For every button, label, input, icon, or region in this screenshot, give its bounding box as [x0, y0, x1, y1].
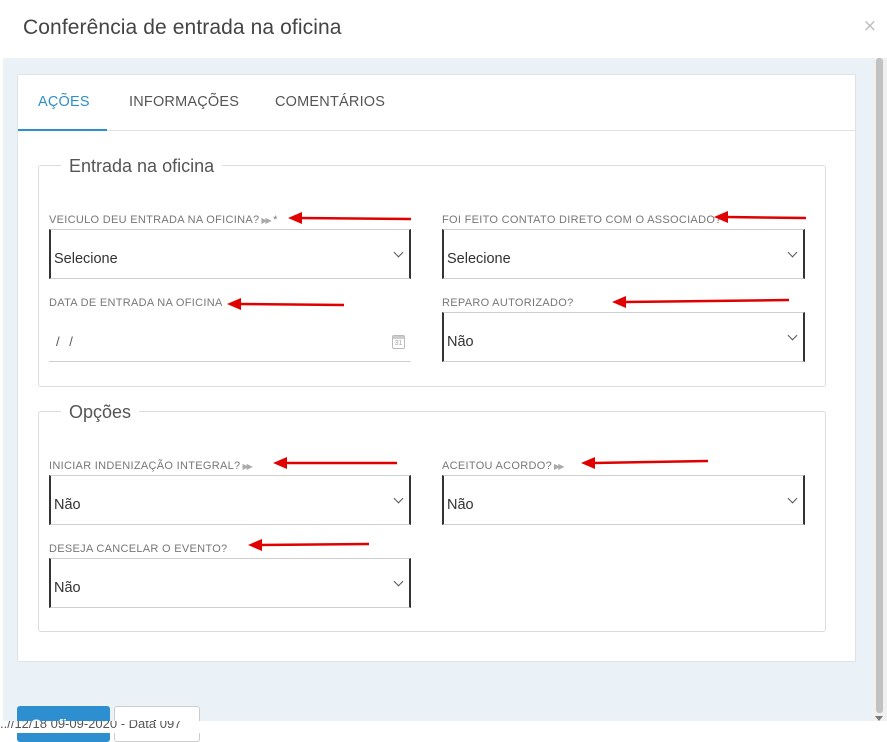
contato-associado-label: FOI FEITO CONTATO DIRETO COM O ASSOCIADO…	[442, 214, 722, 226]
tab-informacoes[interactable]: INFORMAÇÕES	[129, 94, 239, 110]
background-page-text: ..//12/18 09-09-2020 - Data 097	[0, 721, 182, 731]
red-arrow-annotation	[248, 539, 370, 551]
chevron-down-icon	[787, 330, 798, 341]
chevron-down-icon	[393, 247, 404, 258]
data-entrada-label: DATA DE ENTRADA NA OFICINA	[49, 297, 223, 309]
red-arrow-annotation	[227, 298, 345, 310]
section-entrada-legend: Entrada na oficina	[61, 156, 223, 177]
contato-associado-value: Selecione	[447, 251, 511, 267]
modal-title: Conferência de entrada na oficina	[23, 16, 342, 39]
double-triangle-icon: ▶▶	[554, 461, 564, 471]
indenizacao-integral-value: Não	[54, 497, 81, 513]
background-page-strip: ..//12/18 09-09-2020 - Data 097	[0, 721, 887, 733]
indenizacao-integral-label: INICIAR INDENIZAÇÃO INTEGRAL? ▶▶	[49, 460, 253, 472]
close-icon[interactable]: ×	[863, 16, 877, 36]
modal-header: Conferência de entrada na oficina ×	[0, 0, 887, 58]
aceitou-acordo-value: Não	[447, 497, 474, 513]
data-entrada-value: / /	[56, 334, 76, 349]
double-triangle-icon: ▶▶	[261, 215, 271, 225]
red-arrow-annotation	[273, 457, 397, 469]
tab-bar: AÇÕES INFORMAÇÕES COMENTÁRIOS	[18, 75, 855, 131]
section-opcoes-legend: Opções	[61, 402, 140, 423]
red-arrow-annotation	[288, 212, 412, 224]
required-mark: *	[273, 214, 278, 226]
red-arrow-annotation	[581, 457, 709, 469]
reparo-autorizado-value: Não	[447, 334, 474, 350]
double-triangle-icon: ▶▶	[242, 461, 252, 471]
reparo-autorizado-select[interactable]: Não	[442, 312, 805, 362]
cancelar-evento-label: DESEJA CANCELAR O EVENTO?	[49, 543, 228, 555]
chevron-down-icon	[787, 493, 798, 504]
indenizacao-integral-select[interactable]: Não	[49, 475, 411, 525]
veiculo-entrada-label: VEICULO DEU ENTRADA NA OFICINA? ▶▶ *	[49, 214, 278, 226]
contato-associado-select[interactable]: Selecione	[442, 229, 805, 279]
red-arrow-annotation	[714, 211, 807, 223]
aceitou-acordo-select[interactable]: Não	[442, 475, 805, 525]
tab-acoes[interactable]: AÇÕES	[38, 94, 90, 110]
red-arrow-annotation	[612, 296, 790, 308]
chevron-down-icon	[787, 247, 798, 258]
tab-comentarios[interactable]: COMENTÁRIOS	[275, 94, 385, 110]
chevron-down-icon	[393, 493, 404, 504]
active-tab-indicator	[18, 129, 107, 131]
scrollbar-thumb[interactable]	[876, 58, 883, 713]
cancelar-evento-value: Não	[54, 580, 81, 596]
data-entrada-input[interactable]: / / 31	[49, 312, 411, 362]
aceitou-acordo-label: ACEITOU ACORDO? ▶▶	[442, 460, 564, 472]
chevron-down-icon	[393, 576, 404, 587]
calendar-icon[interactable]: 31	[392, 335, 405, 349]
veiculo-entrada-select[interactable]: Selecione	[49, 229, 411, 279]
modal-dialog: Conferência de entrada na oficina × AÇÕE…	[0, 0, 887, 742]
reparo-autorizado-label: REPARO AUTORIZADO?	[442, 297, 574, 309]
cancelar-evento-select[interactable]: Não	[49, 558, 411, 608]
veiculo-entrada-value: Selecione	[54, 251, 118, 267]
